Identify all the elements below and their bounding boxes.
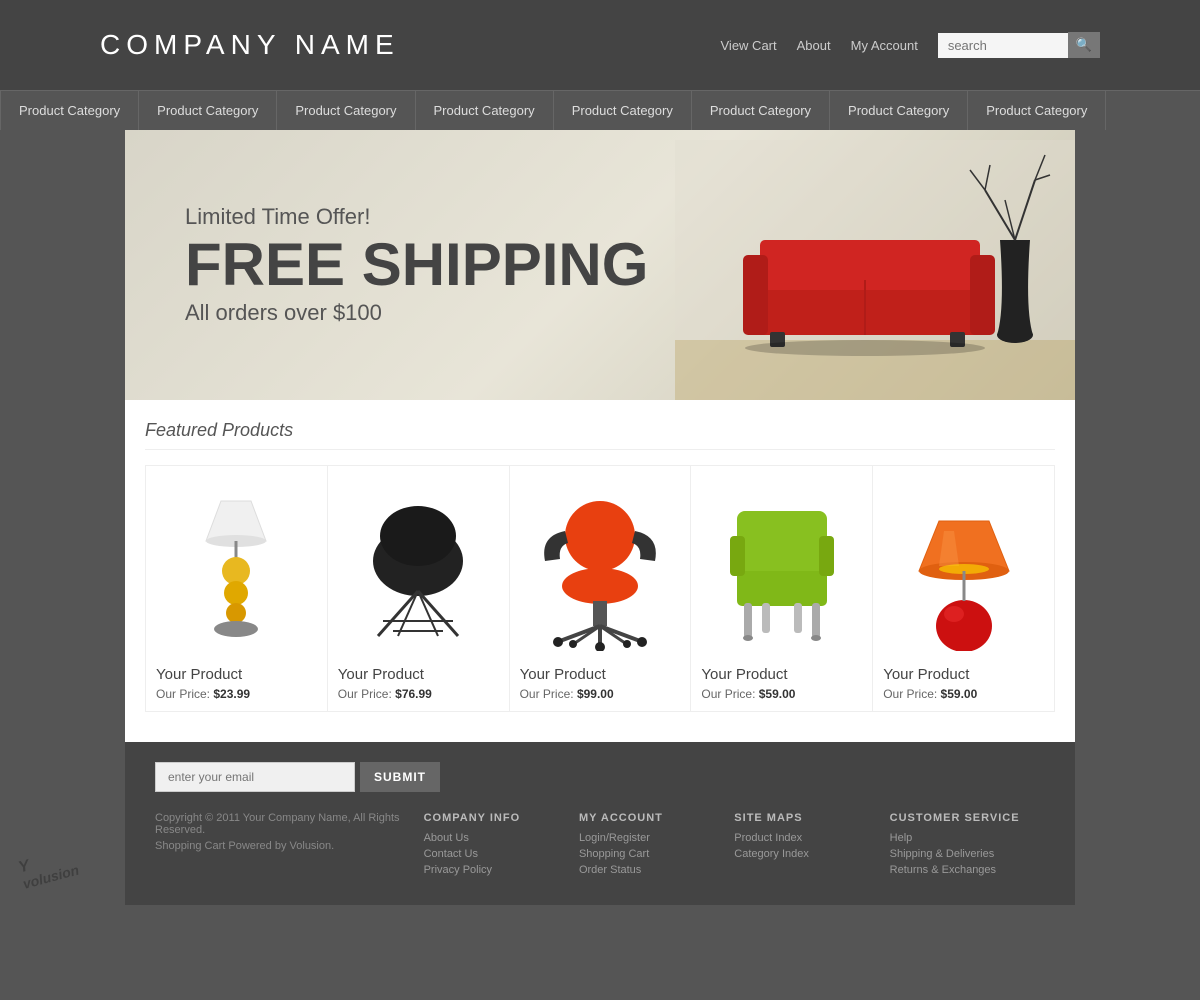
about-link[interactable]: About (797, 38, 831, 53)
search-form: 🔍 (938, 32, 1100, 58)
hero-banner: Limited Time Offer! FREE SHIPPING All or… (125, 130, 1075, 400)
view-cart-link[interactable]: View Cart (721, 38, 777, 53)
email-input[interactable] (155, 762, 355, 792)
footer-col-title-3: CUSTOMER SERVICE (890, 812, 1045, 824)
footer-col-0: COMPANY INFO About Us Contact Us Privacy Po… (424, 812, 579, 880)
footer-col-title-0: COMPANY INFO (424, 812, 579, 824)
footer-powered: Shopping Cart Powered by Volusion. (155, 840, 404, 852)
product-image-3 (520, 476, 681, 656)
main-content: Featured Products (125, 400, 1075, 742)
footer-col-title-1: MY ACCOUNT (579, 812, 734, 824)
footer-link-1-2[interactable]: Order Status (579, 864, 734, 876)
nav-item-5[interactable]: Product Category (692, 91, 830, 130)
company-name: COMPANY NAME (100, 29, 400, 61)
footer-link-2-1[interactable]: Category Index (734, 848, 889, 860)
nav-item-0[interactable]: Product Category (0, 91, 139, 130)
featured-title: Featured Products (145, 420, 1055, 450)
footer-copyright: Copyright © 2011 Your Company Name, All … (155, 812, 404, 836)
product-card-5[interactable]: Your Product Our Price: $59.00 (873, 465, 1055, 712)
product-price-1: Our Price: $23.99 (156, 687, 250, 701)
my-account-link[interactable]: My Account (851, 38, 918, 53)
product-name-5: Your Product (883, 666, 969, 683)
nav-item-4[interactable]: Product Category (554, 91, 692, 130)
product-card-3[interactable]: Your Product Our Price: $99.00 (510, 465, 692, 712)
footer-col-2: SITE MAPS Product Index Category Index (734, 812, 889, 880)
footer-link-0-1[interactable]: Contact Us (424, 848, 579, 860)
footer-col-3: CUSTOMER SERVICE Help Shipping & Deliverie… (890, 812, 1045, 880)
product-price-4: Our Price: $59.00 (701, 687, 795, 701)
footer-link-3-1[interactable]: Shipping & Deliveries (890, 848, 1045, 860)
search-button[interactable]: 🔍 (1068, 32, 1100, 58)
footer: SUBMIT Copyright © 2011 Your Company Nam… (125, 742, 1075, 905)
nav-item-7[interactable]: Product Category (968, 91, 1106, 130)
product-card-4[interactable]: Your Product Our Price: $59.00 (691, 465, 873, 712)
nav-item-2[interactable]: Product Category (277, 91, 415, 130)
main-nav: Product CategoryProduct CategoryProduct … (0, 90, 1200, 130)
product-card-2[interactable]: Your Product Our Price: $76.99 (328, 465, 510, 712)
nav-item-3[interactable]: Product Category (416, 91, 554, 130)
banner-description: All orders over $100 (185, 300, 648, 326)
product-image-1 (156, 476, 317, 656)
footer-link-3-2[interactable]: Returns & Exchanges (890, 864, 1045, 876)
footer-link-0-2[interactable]: Privacy Policy (424, 864, 579, 876)
product-price-2: Our Price: $76.99 (338, 687, 432, 701)
footer-col-title-2: SITE MAPS (734, 812, 889, 824)
footer-link-1-0[interactable]: Login/Register (579, 832, 734, 844)
product-name-3: Your Product (520, 666, 606, 683)
banner-title: FREE SHIPPING (185, 235, 648, 295)
newsletter-section: SUBMIT (155, 762, 1045, 792)
submit-button[interactable]: SUBMIT (360, 762, 440, 792)
footer-col-1: MY ACCOUNT Login/Register Shopping Cart Ord… (579, 812, 734, 880)
volusion-watermark: Y volusion (17, 846, 81, 892)
banner-subtitle: Limited Time Offer! (185, 204, 648, 230)
product-name-2: Your Product (338, 666, 424, 683)
product-card-1[interactable]: Your Product Our Price: $23.99 (145, 465, 328, 712)
product-image-5 (883, 476, 1044, 656)
product-image-2 (338, 476, 499, 656)
product-image-4 (701, 476, 862, 656)
nav-item-1[interactable]: Product Category (139, 91, 277, 130)
product-price-5: Our Price: $59.00 (883, 687, 977, 701)
product-price-3: Our Price: $99.00 (520, 687, 614, 701)
product-name-1: Your Product (156, 666, 242, 683)
footer-link-2-0[interactable]: Product Index (734, 832, 889, 844)
products-grid: Your Product Our Price: $23.99 (145, 465, 1055, 712)
footer-link-1-1[interactable]: Shopping Cart (579, 848, 734, 860)
nav-item-6[interactable]: Product Category (830, 91, 968, 130)
footer-link-0-0[interactable]: About Us (424, 832, 579, 844)
footer-link-3-0[interactable]: Help (890, 832, 1045, 844)
product-name-4: Your Product (701, 666, 787, 683)
search-input[interactable] (938, 33, 1068, 58)
